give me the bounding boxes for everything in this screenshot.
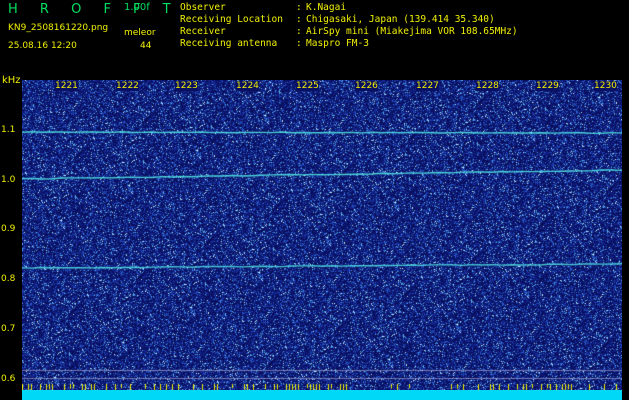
- y-tick-label: 0.7: [1, 324, 16, 334]
- capture-datetime: 25.08.16 12:20: [8, 41, 77, 51]
- x-tick-label: 1226: [355, 81, 378, 91]
- info-value: Maspro FM-3: [306, 38, 369, 49]
- x-tick-label: 1230: [594, 81, 617, 91]
- info-value: AirSpy mini (Miakejima VOR 108.65MHz): [306, 26, 518, 37]
- x-tick-label: 1223: [175, 81, 198, 91]
- info-row-antenna: Receiving antenna: Maspro FM-3: [180, 38, 369, 49]
- info-row-observer: Observer: K.Nagai: [180, 2, 347, 13]
- info-row-receiver: Receiver: AirSpy mini (Miakejima VOR 108…: [180, 26, 518, 37]
- mode-label: meleor: [124, 28, 156, 38]
- y-tick-label: 0.6: [1, 374, 16, 384]
- y-tick-label: 0.8: [1, 274, 16, 284]
- info-label: Receiving antenna: [180, 38, 278, 49]
- hroft-spectrogram-window: H R O F F T 1.00f KN9_2508161220.png 25.…: [0, 0, 629, 400]
- station-info: Observer: K.Nagai Receiving Location: Ch…: [180, 2, 518, 50]
- image-filename: KN9_2508161220.png: [8, 23, 109, 33]
- info-row-location: Receiving Location: Chigasaki, Japan (13…: [180, 14, 495, 25]
- x-tick-label: 1225: [296, 81, 319, 91]
- spectrogram-plot: [22, 80, 622, 398]
- x-tick-label: 1224: [236, 81, 259, 91]
- app-title: H R O F F T: [8, 2, 180, 17]
- x-tick-label: 1222: [116, 81, 139, 91]
- y-axis: 1.1 1.0 0.9 0.8 0.7 0.6: [0, 80, 22, 400]
- info-label: Receiving Location: [180, 14, 283, 25]
- x-tick-label: 1229: [536, 81, 559, 91]
- meteor-count: 44: [140, 41, 152, 51]
- x-tick-label: 1228: [476, 81, 499, 91]
- x-tick-label: 1221: [55, 81, 78, 91]
- y-tick-label: 1.1: [1, 125, 16, 135]
- y-tick-label: 0.9: [1, 224, 16, 234]
- info-value: K.Nagai: [306, 2, 347, 13]
- app-version: 1.00f: [124, 2, 150, 13]
- info-label: Observer: [180, 2, 226, 13]
- detection-strip: [22, 390, 622, 400]
- spectrogram-canvas: [22, 80, 622, 398]
- x-tick-label: 1227: [416, 81, 439, 91]
- info-value: Chigasaki, Japan (139.414 35.340): [306, 14, 495, 25]
- y-tick-label: 1.0: [1, 175, 16, 185]
- info-label: Receiver: [180, 26, 226, 37]
